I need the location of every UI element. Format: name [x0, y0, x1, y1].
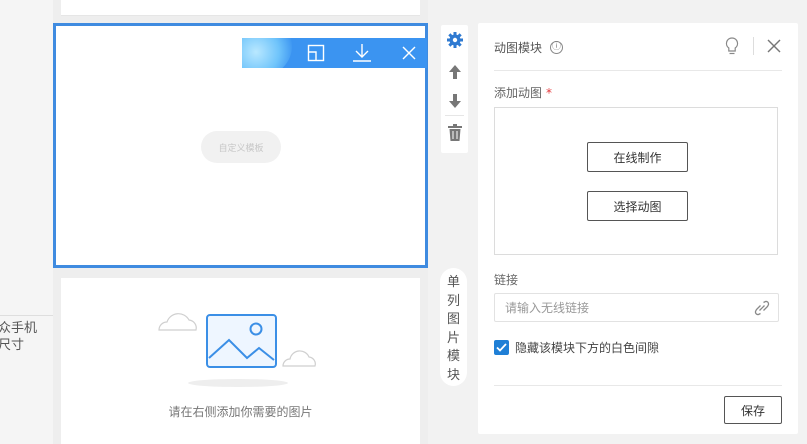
panel-header: 动图模块 ⓘ	[494, 39, 564, 56]
link-input[interactable]: 请输入无线链接	[494, 293, 779, 322]
hide-gap-label: 隐藏该模块下方的白色间隙	[515, 341, 660, 355]
arrow-up-icon[interactable]	[444, 61, 465, 82]
module-settings-panel: 动图模块 ⓘ 添加动图 * 在线制作 选择动图 链接 请输入无线链接 隐藏该模块下…	[478, 23, 798, 434]
footer-divider	[494, 385, 782, 386]
close-icon[interactable]	[766, 38, 782, 54]
tool-divider	[445, 115, 464, 116]
link-placeholder: 请输入无线链接	[505, 301, 590, 315]
phone-canvas: 自定义模板 请在右侧添加你需要的图片	[53, 0, 428, 444]
label-line-1: 众手机	[0, 321, 38, 336]
arrow-down-icon[interactable]	[444, 90, 465, 111]
header-separator	[753, 37, 754, 55]
restore-icon[interactable]	[305, 42, 327, 64]
save-button[interactable]: 保存	[724, 396, 782, 424]
checkmark-icon	[496, 343, 507, 352]
left-side-panel: 众手机 尺寸	[0, 0, 53, 444]
image-placeholder-icon	[158, 313, 316, 387]
previous-module[interactable]	[61, 0, 420, 16]
module-name-text: 单列图片模块	[446, 275, 460, 383]
toolbar-decoration	[242, 38, 292, 68]
animated-upload-box: 在线制作 选择动图	[494, 107, 778, 255]
hide-gap-option[interactable]: 隐藏该模块下方的白色间隙	[494, 339, 659, 356]
phone-size-label: 众手机 尺寸	[0, 320, 58, 354]
hide-gap-checkbox[interactable]	[494, 340, 509, 355]
custom-template-button[interactable]: 自定义模板	[201, 131, 281, 163]
select-animated-button[interactable]: 选择动图	[587, 191, 688, 221]
online-make-button[interactable]: 在线制作	[587, 142, 688, 172]
link-label: 链接	[494, 273, 519, 287]
module-tool-strip	[441, 25, 468, 153]
selected-animated-module[interactable]: 自定义模板	[53, 23, 428, 268]
header-divider	[494, 70, 782, 71]
label-line-2: 尺寸	[0, 338, 25, 353]
lightbulb-icon[interactable]	[724, 36, 740, 56]
single-image-module[interactable]: 请在右侧添加你需要的图片	[61, 278, 420, 444]
image-module-hint: 请在右侧添加你需要的图片	[168, 405, 313, 419]
add-animated-text: 添加动图	[494, 86, 543, 100]
divider	[0, 315, 53, 316]
trash-icon[interactable]	[444, 122, 465, 143]
add-animated-label: 添加动图 *	[494, 84, 552, 101]
link-icon[interactable]	[754, 300, 770, 316]
download-icon[interactable]	[351, 42, 373, 64]
gear-icon[interactable]	[444, 29, 465, 50]
close-icon[interactable]	[398, 42, 420, 64]
required-mark: *	[546, 86, 553, 100]
floating-toolbar	[242, 38, 427, 68]
info-icon[interactable]: ⓘ	[550, 41, 564, 54]
module-name-label: 单列图片模块	[440, 268, 467, 386]
panel-title: 动图模块	[494, 41, 543, 55]
